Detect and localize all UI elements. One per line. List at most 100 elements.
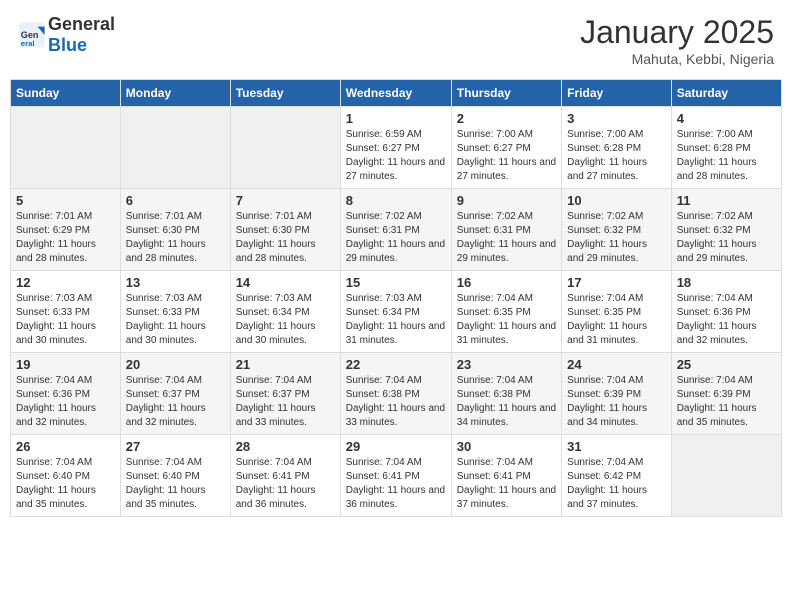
day-info-line: Sunrise: 7:01 AM [236,211,312,222]
day-info-line: Sunset: 6:37 PM [126,389,200,400]
day-number: 30 [457,439,556,454]
calendar-header-row: SundayMondayTuesdayWednesdayThursdayFrid… [11,80,782,107]
day-number: 21 [236,357,335,372]
day-info-line: Sunrise: 7:00 AM [677,129,753,140]
calendar-cell: 31Sunrise: 7:04 AMSunset: 6:42 PMDayligh… [562,435,672,517]
day-number: 23 [457,357,556,372]
calendar-week-3: 12Sunrise: 7:03 AMSunset: 6:33 PMDayligh… [11,271,782,353]
day-info-line: Sunrise: 7:04 AM [126,375,202,386]
day-info-line: Sunrise: 7:04 AM [567,375,643,386]
day-info-line: Sunset: 6:36 PM [16,389,90,400]
day-number: 22 [346,357,446,372]
calendar-week-5: 26Sunrise: 7:04 AMSunset: 6:40 PMDayligh… [11,435,782,517]
day-info-line: Daylight: 11 hours and 30 minutes. [236,321,316,346]
day-number: 24 [567,357,666,372]
day-number: 19 [16,357,115,372]
day-info: Sunrise: 7:03 AM Sunset: 6:34 PM Daylight:… [346,292,446,348]
day-info-line: Sunrise: 7:02 AM [677,211,753,222]
day-info-line: Sunrise: 7:02 AM [457,211,533,222]
day-info-line: Daylight: 11 hours and 31 minutes. [346,321,445,346]
calendar-cell: 28Sunrise: 7:04 AMSunset: 6:41 PMDayligh… [230,435,340,517]
month-title: January 2025 [580,14,774,51]
day-info-line: Daylight: 11 hours and 36 minutes. [346,485,445,510]
day-number: 3 [567,111,666,126]
col-header-wednesday: Wednesday [340,80,451,107]
day-info-line: Sunrise: 7:01 AM [16,211,92,222]
day-info-line: Daylight: 11 hours and 37 minutes. [567,485,647,510]
day-number: 15 [346,275,446,290]
day-info-line: Sunrise: 7:04 AM [236,375,312,386]
day-number: 16 [457,275,556,290]
day-number: 29 [346,439,446,454]
day-info-line: Daylight: 11 hours and 33 minutes. [346,403,445,428]
svg-text:eral: eral [21,39,35,48]
calendar-cell: 3Sunrise: 7:00 AMSunset: 6:28 PMDaylight… [562,107,672,189]
calendar-cell: 24Sunrise: 7:04 AMSunset: 6:39 PMDayligh… [562,353,672,435]
day-number: 17 [567,275,666,290]
calendar-cell [230,107,340,189]
day-info-line: Sunset: 6:34 PM [346,307,420,318]
day-info-line: Sunrise: 7:04 AM [16,457,92,468]
calendar-cell: 14Sunrise: 7:03 AMSunset: 6:34 PMDayligh… [230,271,340,353]
day-info: Sunrise: 7:04 AMSunset: 6:40 PMDaylight:… [126,456,225,512]
calendar-cell: 23Sunrise: 7:04 AMSunset: 6:38 PMDayligh… [451,353,561,435]
day-info-line: Sunset: 6:37 PM [236,389,310,400]
calendar-cell: 22Sunrise: 7:04 AMSunset: 6:38 PMDayligh… [340,353,451,435]
calendar-cell: 21Sunrise: 7:04 AMSunset: 6:37 PMDayligh… [230,353,340,435]
calendar-cell: 25Sunrise: 7:04 AMSunset: 6:39 PMDayligh… [671,353,781,435]
day-info-line: Daylight: 11 hours and 29 minutes. [567,239,647,264]
day-info-line: Sunset: 6:35 PM [457,307,531,318]
day-info-line: Daylight: 11 hours and 29 minutes. [457,239,556,264]
day-info-line: Sunrise: 7:01 AM [126,211,202,222]
day-info-line: Sunset: 6:40 PM [126,471,200,482]
day-info: Sunrise: 7:04 AMSunset: 6:39 PMDaylight:… [677,374,776,430]
day-info: Sunrise: 7:01 AMSunset: 6:30 PMDaylight:… [126,210,225,266]
col-header-saturday: Saturday [671,80,781,107]
day-info-line: Sunrise: 7:04 AM [16,375,92,386]
location-subtitle: Mahuta, Kebbi, Nigeria [580,51,774,67]
calendar-cell: 20Sunrise: 7:04 AMSunset: 6:37 PMDayligh… [120,353,230,435]
day-info-line: Daylight: 11 hours and 35 minutes. [16,485,96,510]
day-info-line: Sunrise: 7:03 AM [346,293,422,304]
day-info-line: Sunset: 6:36 PM [677,307,751,318]
day-info-line: Sunrise: 7:02 AM [346,211,422,222]
day-info-line: Sunset: 6:41 PM [457,471,531,482]
calendar-cell: 15 Sunrise: 7:03 AM Sunset: 6:34 PM Dayligh… [340,271,451,353]
calendar-cell: 12Sunrise: 7:03 AMSunset: 6:33 PMDayligh… [11,271,121,353]
calendar-cell: 6Sunrise: 7:01 AMSunset: 6:30 PMDaylight… [120,189,230,271]
day-number: 13 [126,275,225,290]
day-info-line: Daylight: 11 hours and 35 minutes. [677,403,757,428]
calendar-cell: 11Sunrise: 7:02 AMSunset: 6:32 PMDayligh… [671,189,781,271]
day-number: 4 [677,111,776,126]
day-info-line: Daylight: 11 hours and 30 minutes. [16,321,96,346]
calendar-cell [671,435,781,517]
title-block: January 2025 Mahuta, Kebbi, Nigeria [580,14,774,67]
logo-icon: Gen eral [18,21,46,49]
day-info: Sunrise: 7:00 AMSunset: 6:27 PMDaylight:… [457,128,556,184]
calendar-cell: 8Sunrise: 7:02 AMSunset: 6:31 PMDaylight… [340,189,451,271]
day-info-line: Sunset: 6:28 PM [567,143,641,154]
calendar-cell: 29Sunrise: 7:04 AMSunset: 6:41 PMDayligh… [340,435,451,517]
day-number: 26 [16,439,115,454]
day-info: Sunrise: 7:03 AMSunset: 6:33 PMDaylight:… [16,292,115,348]
day-number: 28 [236,439,335,454]
day-info-line: Sunset: 6:27 PM [346,143,420,154]
calendar-cell: 27Sunrise: 7:04 AMSunset: 6:40 PMDayligh… [120,435,230,517]
calendar-cell: 7Sunrise: 7:01 AMSunset: 6:30 PMDaylight… [230,189,340,271]
day-number: 20 [126,357,225,372]
day-info-line: Daylight: 11 hours and 28 minutes. [126,239,206,264]
day-info-line: Daylight: 11 hours and 34 minutes. [567,403,647,428]
day-info: Sunrise: 7:04 AMSunset: 6:35 PMDaylight:… [457,292,556,348]
day-info: Sunrise: 7:03 AMSunset: 6:34 PMDaylight:… [236,292,335,348]
col-header-monday: Monday [120,80,230,107]
day-info-line: Sunrise: 7:03 AM [236,293,312,304]
day-info: Sunrise: 7:02 AMSunset: 6:31 PMDaylight:… [457,210,556,266]
day-info: Sunrise: 7:04 AMSunset: 6:40 PMDaylight:… [16,456,115,512]
day-info-line: Sunset: 6:32 PM [677,225,751,236]
day-info-line: Sunset: 6:35 PM [567,307,641,318]
day-info-line: Sunrise: 7:04 AM [457,293,533,304]
col-header-friday: Friday [562,80,672,107]
day-info-line: Daylight: 11 hours and 32 minutes. [16,403,96,428]
day-number: 1 [346,111,446,126]
calendar-cell: 9Sunrise: 7:02 AMSunset: 6:31 PMDaylight… [451,189,561,271]
